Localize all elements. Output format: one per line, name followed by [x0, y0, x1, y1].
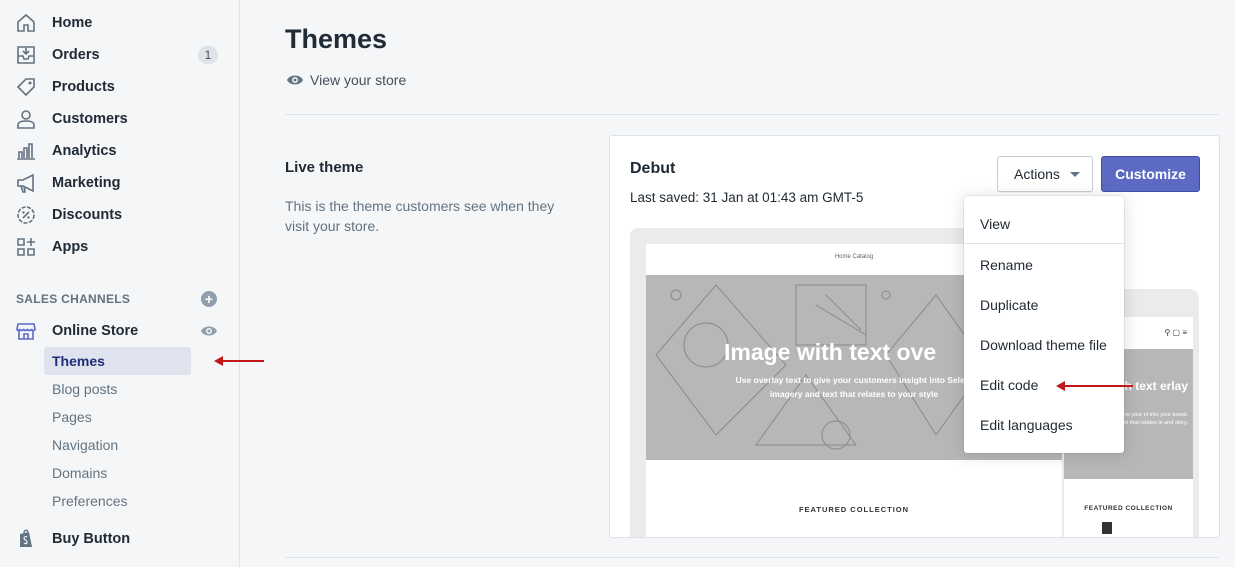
- orders-icon: [15, 44, 37, 66]
- view-your-store-link[interactable]: View your store: [286, 72, 406, 88]
- mobile-header-icons: ⚲ ▢ ≡: [1164, 328, 1187, 337]
- sub-item-preferences[interactable]: Preferences: [44, 487, 191, 515]
- home-icon: [15, 12, 37, 34]
- last-saved-text: Last saved: 31 Jan at 01:43 am GMT-5: [630, 190, 864, 205]
- person-icon: [15, 108, 37, 130]
- customize-button[interactable]: Customize: [1101, 156, 1200, 192]
- live-theme-heading: Live theme: [285, 159, 364, 176]
- live-theme-description: This is the theme customers see when the…: [285, 198, 555, 234]
- shopify-bag-icon: [15, 528, 37, 550]
- nav-item-marketing[interactable]: Marketing: [0, 167, 240, 199]
- nav-item-home[interactable]: Home: [0, 7, 240, 39]
- annotation-arrow-themes: [214, 356, 264, 366]
- megaphone-icon: [15, 172, 37, 194]
- mobile-product-thumb: [1102, 522, 1112, 534]
- nav-label: Customers: [52, 111, 128, 127]
- nav-item-customers[interactable]: Customers: [0, 103, 240, 135]
- annotation-arrow-edit-code: [1056, 381, 1133, 391]
- apps-icon: [15, 236, 37, 258]
- nav-label: Marketing: [52, 175, 121, 191]
- sub-item-themes[interactable]: Themes: [44, 347, 191, 375]
- menu-item-view[interactable]: View: [964, 205, 1124, 243]
- store-icon: [15, 320, 37, 342]
- nav-label: Online Store: [52, 323, 139, 339]
- nav-item-analytics[interactable]: Analytics: [0, 135, 240, 167]
- theme-name: Debut: [630, 160, 676, 177]
- sub-item-pages[interactable]: Pages: [44, 403, 191, 431]
- preview-hero-title: Image with text ove: [724, 339, 937, 365]
- nav-item-products[interactable]: Products: [0, 71, 240, 103]
- sub-item-domains[interactable]: Domains: [44, 459, 191, 487]
- mobile-featured-collection: FEATURED COLLECTION: [1084, 505, 1173, 512]
- nav-label: Analytics: [52, 143, 117, 159]
- add-channel-icon[interactable]: +: [201, 291, 217, 307]
- nav-item-apps[interactable]: Apps: [0, 231, 240, 263]
- menu-item-duplicate[interactable]: Duplicate: [964, 286, 1124, 324]
- menu-item-rename[interactable]: Rename: [964, 246, 1124, 284]
- nav-label: Discounts: [52, 207, 123, 223]
- orders-count-badge: 1: [198, 46, 218, 64]
- bar-chart-icon: [15, 140, 37, 162]
- discount-icon: [15, 204, 37, 226]
- header-divider: [285, 114, 1219, 115]
- view-store-eye-icon[interactable]: [200, 324, 218, 338]
- page-title: Themes: [285, 24, 388, 54]
- actions-label: Actions: [1014, 166, 1060, 182]
- nav-item-buy-button[interactable]: Buy Button: [0, 523, 240, 555]
- live-theme-card: Debut Last saved: 31 Jan at 01:43 am GMT…: [609, 135, 1220, 538]
- nav-label: Apps: [52, 239, 89, 255]
- actions-button[interactable]: Actions: [997, 156, 1093, 192]
- nav-label: Products: [52, 79, 115, 95]
- nav-item-orders[interactable]: Orders 1: [0, 39, 240, 71]
- caret-down-icon: [1070, 172, 1080, 177]
- nav-label: Buy Button: [52, 531, 131, 547]
- tag-icon: [15, 76, 37, 98]
- menu-item-edit-languages[interactable]: Edit languages: [964, 406, 1124, 444]
- eye-icon: [287, 75, 303, 85]
- sales-channels-heading: SALES CHANNELS: [16, 292, 131, 306]
- sub-item-blog-posts[interactable]: Blog posts: [44, 375, 191, 403]
- menu-divider: [964, 243, 1124, 244]
- section-divider: [285, 557, 1219, 558]
- view-store-label: View your store: [310, 72, 407, 88]
- menu-item-download-theme-file[interactable]: Download theme file: [964, 326, 1124, 364]
- sub-item-navigation[interactable]: Navigation: [44, 431, 191, 459]
- actions-menu: View Rename Duplicate Download theme fil…: [964, 196, 1124, 453]
- preview-hero-subtitle: Use overlay text to give your customers …: [735, 375, 973, 399]
- nav-item-discounts[interactable]: Discounts: [0, 199, 240, 231]
- nav-label: Orders: [52, 47, 100, 63]
- sidebar: Home Orders 1 Products Customers Analyti…: [0, 0, 240, 567]
- nav-label: Home: [52, 15, 93, 31]
- preview-featured-collection: FEATURED COLLECTION: [798, 505, 910, 514]
